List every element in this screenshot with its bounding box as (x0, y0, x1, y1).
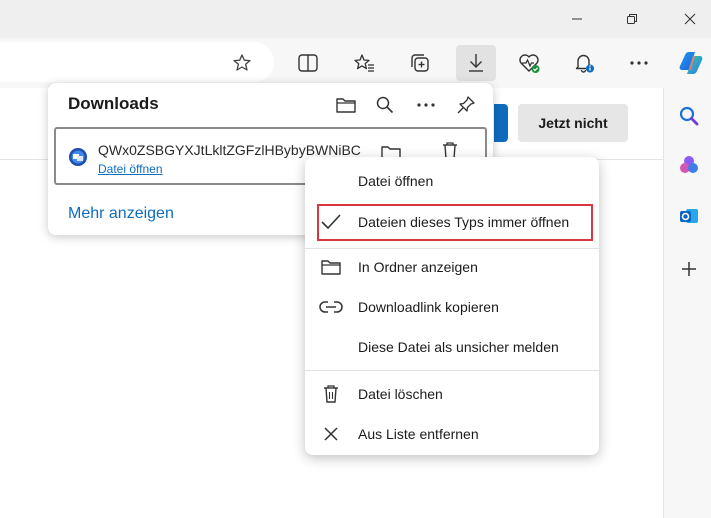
collections-icon[interactable] (402, 45, 438, 81)
star-icon[interactable] (224, 45, 260, 81)
menu-item-label: Datei öffnen (358, 173, 434, 189)
search-icon[interactable] (371, 91, 399, 119)
open-file-link[interactable]: Datei öffnen (98, 162, 163, 176)
search-icon[interactable] (676, 103, 702, 129)
downloads-title: Downloads (68, 94, 159, 113)
file-type-icon (68, 147, 88, 172)
primary-button[interactable] (494, 104, 508, 142)
restore-icon[interactable] (615, 4, 649, 34)
more-icon[interactable] (621, 45, 657, 81)
menu-item-label: In Ordner anzeigen (358, 259, 478, 275)
add-icon[interactable] (676, 256, 702, 282)
menu-item-label: Diese Datei als unsicher melden (358, 339, 559, 355)
menu-item-delete-file[interactable]: Datei löschen (305, 375, 599, 413)
title-bar (0, 0, 711, 38)
menu-item-label: Downloadlink kopieren (358, 299, 499, 315)
not-now-button[interactable]: Jetzt nicht (518, 104, 628, 142)
copilot-icon[interactable] (673, 45, 709, 81)
copilot-icon[interactable] (676, 152, 702, 178)
close-icon[interactable] (673, 4, 707, 34)
open-folder-icon[interactable] (332, 91, 360, 119)
browser-essentials-icon[interactable] (511, 45, 547, 81)
link-icon (319, 295, 343, 319)
menu-item-label: Aus Liste entfernen (358, 426, 479, 442)
divider (663, 88, 664, 518)
folder-icon (319, 255, 343, 279)
close-icon (319, 422, 343, 446)
menu-separator (305, 370, 599, 371)
menu-item-report-unsafe[interactable]: Diese Datei als unsicher melden (305, 328, 599, 366)
show-more-link[interactable]: Mehr anzeigen (68, 205, 174, 223)
more-icon[interactable] (412, 91, 440, 119)
split-screen-icon[interactable] (290, 45, 326, 81)
favorites-icon[interactable] (346, 45, 382, 81)
trash-icon (319, 382, 343, 406)
menu-item-label: Datei löschen (358, 386, 443, 402)
context-menu: Datei öffnen Dateien dieses Typs immer ö… (305, 157, 599, 455)
downloads-icon[interactable] (456, 45, 496, 81)
outlook-icon[interactable] (676, 203, 702, 229)
download-file-name: QWx0ZSBGYXJtLkltZGFzlHBybyBWNiBC (98, 142, 361, 158)
minimize-icon[interactable] (560, 4, 594, 34)
menu-item-open-file[interactable]: Datei öffnen (305, 162, 599, 200)
menu-item-remove-from-list[interactable]: Aus Liste entfernen (305, 415, 599, 453)
highlight-box (317, 204, 593, 241)
pin-icon[interactable] (452, 91, 480, 119)
notifications-icon[interactable] (566, 45, 602, 81)
menu-item-show-in-folder[interactable]: In Ordner anzeigen (305, 248, 599, 286)
menu-item-copy-link[interactable]: Downloadlink kopieren (305, 288, 599, 326)
